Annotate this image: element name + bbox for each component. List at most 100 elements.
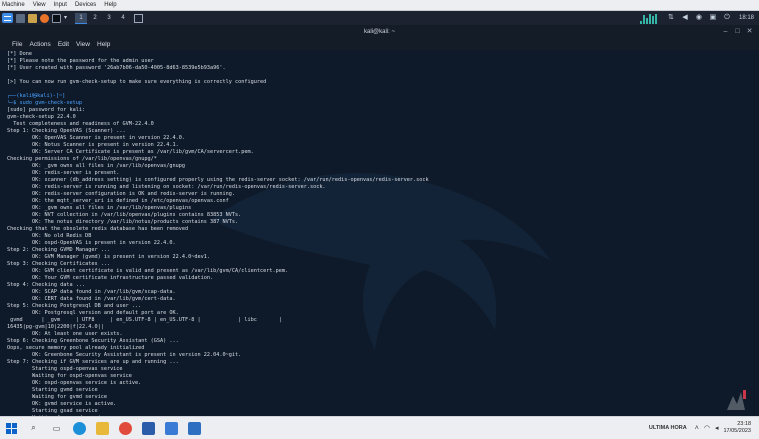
- terminal-lines: [*] Done [*] Please note the password for…: [7, 51, 751, 416]
- terminal-line: Step 1: Checking OpenVAS (Scanner) ...: [7, 128, 126, 134]
- terminal-menu-help[interactable]: Help: [97, 41, 110, 48]
- close-icon[interactable]: ✕: [746, 28, 753, 35]
- host-taskbar: ⌕ ▭ ULTIMA HORA ˄ ◠ ◂ 23:18 17/05/2023: [0, 416, 759, 439]
- terminal-line: OK: Server CA Certificate is present as …: [7, 149, 254, 155]
- wifi-icon[interactable]: ◠: [704, 424, 710, 432]
- terminal-line: Waiting for ospd-openvas service: [7, 373, 132, 379]
- terminal-line: OK: At least one user exists.: [7, 331, 123, 337]
- terminal-line: Checking that the obsolete redis databas…: [7, 226, 189, 232]
- vbox-menu-view[interactable]: View: [33, 2, 46, 8]
- terminal-line: OK: _gvm owns all files in /var/lib/open…: [7, 205, 192, 211]
- notification-icon[interactable]: ◉: [695, 14, 703, 22]
- terminal-line: Test completeness and readiness of GVM-2…: [7, 121, 154, 127]
- dropdown-icon[interactable]: ▾: [64, 14, 73, 23]
- workspace-4[interactable]: 4: [117, 13, 129, 24]
- terminal-line: OK: gvmd service is active.: [7, 401, 117, 407]
- terminal-line: Checking permissions of /var/lib/openvas…: [7, 156, 157, 162]
- kali-top-panel: ▾ 1 2 3 4 ⇅ ◀ ◉ ▣ ⏻ 18:18: [0, 11, 759, 25]
- terminal-line: Starting gsad service: [7, 408, 98, 414]
- cpu-graph-bar: [639, 20, 642, 24]
- terminal-line: OK: The notus directory /var/lib/notus/p…: [7, 219, 239, 225]
- terminal-line: [*] Done: [7, 51, 32, 57]
- power-icon[interactable]: ⏻: [723, 14, 731, 22]
- terminal-menu-actions[interactable]: Actions: [29, 41, 50, 48]
- terminal-line: [*] Please note the password for the adm…: [7, 58, 154, 64]
- desktop-icon[interactable]: [16, 13, 25, 23]
- terminal-line: OK: GVM client certificate is valid and …: [7, 268, 289, 274]
- kali-menu-icon[interactable]: [2, 13, 13, 23]
- firefox-icon[interactable]: [40, 13, 49, 23]
- taskbar-clock[interactable]: 23:18 17/05/2023: [723, 421, 751, 435]
- virtualbox-icon[interactable]: [142, 421, 155, 435]
- terminal-icon[interactable]: [52, 13, 61, 23]
- explorer-icon[interactable]: [96, 421, 109, 435]
- terminal-menu-view[interactable]: View: [76, 41, 90, 48]
- vbox-menu-help[interactable]: Help: [104, 2, 116, 8]
- workspace-3[interactable]: 3: [103, 13, 115, 24]
- terminal-line: Step 7: Checking if GVM services are up …: [7, 359, 179, 365]
- lock-icon[interactable]: ▣: [709, 14, 717, 22]
- network-icon[interactable]: ⇅: [667, 14, 675, 22]
- terminal-line: OK: redis-server is present.: [7, 170, 120, 176]
- terminal-line: Step 2: Checking GVMD Manager ...: [7, 247, 111, 253]
- speaker-icon[interactable]: ◂: [715, 424, 719, 432]
- maximize-icon[interactable]: □: [734, 28, 741, 35]
- terminal-line: Step 6: Checking Greenbone Security Assi…: [7, 338, 179, 344]
- terminal-line: OK: ospd-openvas service is active.: [7, 380, 142, 386]
- terminal-line: OK: GVM Manager (gvmd) is present in ver…: [7, 254, 211, 260]
- terminal-line: OK: No old Redis DB: [7, 233, 92, 239]
- task-view-icon[interactable]: ▭: [50, 422, 63, 435]
- store-icon[interactable]: [165, 421, 178, 435]
- cpu-graph-bar: [648, 13, 651, 24]
- terminal-line: └─$ sudo gvm-check-setup: [7, 100, 82, 106]
- vbox-menubar: Machine View Input Devices Help: [0, 0, 759, 11]
- terminal-line: OK: Your GVM certificate infrastructure …: [7, 275, 214, 281]
- search-icon[interactable]: ⌕: [27, 422, 40, 435]
- volume-icon[interactable]: ◀: [681, 14, 689, 22]
- cpu-graph-bar: [651, 15, 654, 24]
- workspace-1[interactable]: 1: [75, 12, 87, 24]
- workspace-2[interactable]: 2: [89, 13, 101, 24]
- file-manager-icon[interactable]: [28, 13, 37, 23]
- chevron-up-icon[interactable]: ˄: [695, 425, 699, 432]
- terminal-line: Waiting for gvmd service: [7, 394, 107, 400]
- terminal-line: [*] User created with password '26ab7b06…: [7, 65, 226, 71]
- terminal-line: OK: scanner (db_address setting) is conf…: [7, 177, 429, 183]
- vbox-menu-input[interactable]: Input: [54, 2, 67, 8]
- terminal-line: OK: redis-server is running and listenin…: [7, 184, 326, 190]
- cpu-graph-bar: [642, 14, 645, 24]
- terminal-titlebar: kali@kali: ~ – □ ✕: [0, 25, 759, 39]
- terminal-line: OK: Notus Scanner is present in version …: [7, 142, 179, 148]
- terminal-line: Step 4: Checking data ...: [7, 282, 86, 288]
- cpu-graph-bar: [654, 13, 657, 24]
- terminal-menu-edit[interactable]: Edit: [58, 41, 69, 48]
- terminal-line: gvm-check-setup 22.4.0: [7, 114, 76, 120]
- chrome-icon[interactable]: [119, 421, 132, 435]
- windows-start-icon[interactable]: [6, 422, 17, 434]
- mail-icon[interactable]: [188, 421, 201, 435]
- terminal-line: OK: NVT collection in /var/lib/openvas/p…: [7, 212, 242, 218]
- terminal-task-icon[interactable]: [134, 13, 143, 23]
- terminal-line: gvmd | _gvm | UTF8 | en_US.UTF-8 | en_US…: [7, 317, 282, 323]
- vbox-menu-machine[interactable]: Machine: [2, 2, 25, 8]
- watermark-logo-icon: [727, 390, 746, 410]
- terminal-output[interactable]: [*] Done [*] Please note the password for…: [0, 50, 759, 416]
- terminal-line: ┌──(kali㉿kali)-[~]: [7, 93, 66, 99]
- terminal-line: [>] You can now run gvm-check-setup to m…: [7, 79, 267, 85]
- terminal-line: [sudo] password for kali:: [7, 107, 86, 113]
- terminal-line: OK: ospd-OpenVAS is present in version 2…: [7, 240, 176, 246]
- cpu-graph-bar: [645, 17, 648, 24]
- terminal-menu-file[interactable]: File: [12, 41, 22, 48]
- terminal-line: Starting ospd-openvas service: [7, 366, 123, 372]
- edge-icon[interactable]: [73, 421, 86, 435]
- news-widget[interactable]: ULTIMA HORA: [649, 425, 687, 431]
- vbox-menu-devices[interactable]: Devices: [75, 2, 96, 8]
- terminal-line: OK: redis-server configuration is OK and…: [7, 191, 235, 197]
- taskbar-time: 23:18: [737, 421, 751, 427]
- terminal-line: Oops, secure memory pool already initial…: [7, 345, 145, 351]
- terminal-line: OK: SCAP data found in /var/lib/gvm/scap…: [7, 289, 176, 295]
- terminal-menubar: File Actions Edit View Help: [0, 39, 759, 50]
- minimize-icon[interactable]: –: [722, 28, 729, 35]
- terminal-line: OK: Postgresql version and default port …: [7, 310, 179, 316]
